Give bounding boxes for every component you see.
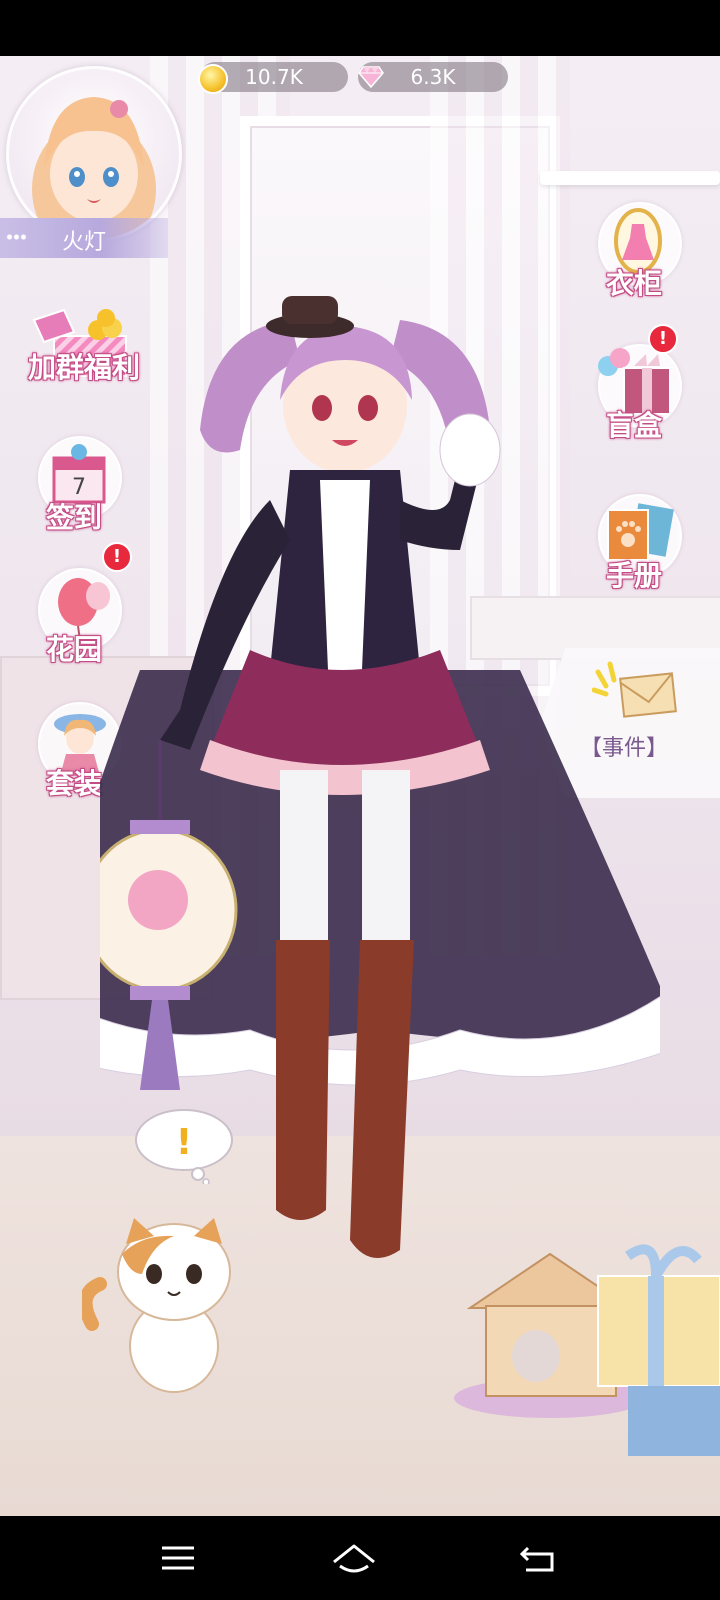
thought-exclamation: !	[176, 1122, 192, 1163]
gem-amount: 6.3K	[410, 65, 456, 89]
home-icon[interactable]	[330, 1538, 378, 1578]
system-nav-bar	[0, 1516, 720, 1600]
back-icon[interactable]	[518, 1538, 558, 1578]
player-name-bar[interactable]: 火灯	[0, 218, 168, 258]
status-bar	[0, 0, 720, 56]
coin-counter[interactable]: 10.7K	[198, 62, 348, 94]
player-name: 火灯	[61, 230, 106, 255]
gem-counter[interactable]: 6.3K	[358, 62, 508, 92]
menu-icon[interactable]	[158, 1538, 198, 1578]
cat-thought-bubble[interactable]: !	[132, 1104, 236, 1184]
gift-boxes	[597, 1244, 720, 1456]
avatar-portrait-icon	[32, 97, 156, 239]
pet-cat[interactable]	[82, 1214, 262, 1394]
coin-amount: 10.7K	[245, 65, 303, 89]
wall-shelf	[540, 171, 720, 185]
player-avatar[interactable]	[6, 66, 182, 242]
